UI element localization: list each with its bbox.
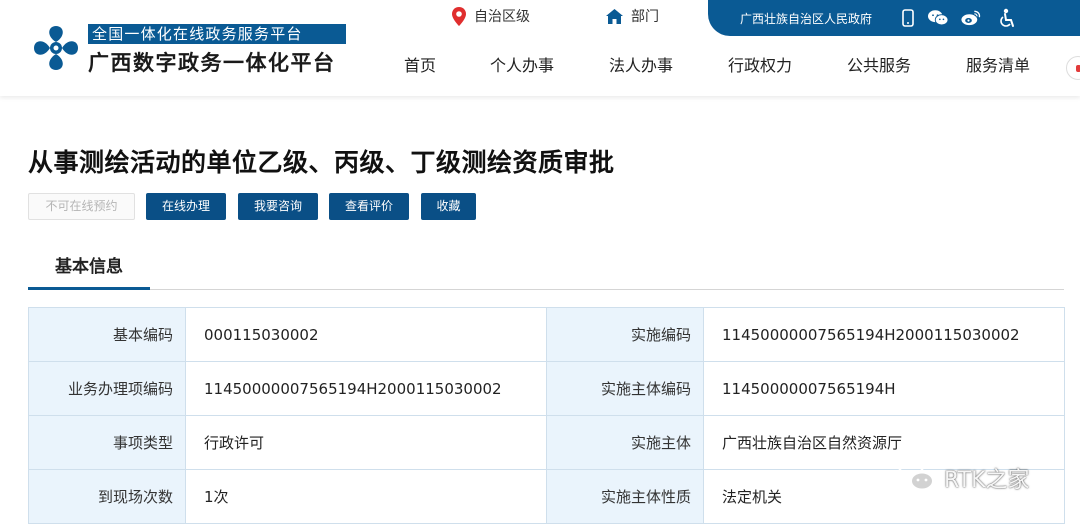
online-process-button[interactable]: 在线办理 <box>146 193 226 220</box>
region-label: 自治区级 <box>474 9 530 25</box>
government-link[interactable]: 广西壮族自治区人民政府 <box>740 10 872 27</box>
field-label: 基本编码 <box>28 307 186 362</box>
site-header: 全国一体化在线政务服务平台 广西数字政务一体化平台 自治区级 部门 广西壮族自治… <box>0 0 1080 96</box>
department-label: 部门 <box>631 9 659 25</box>
home-icon <box>606 8 623 24</box>
watermark-text: RTK之家 <box>944 468 1030 493</box>
watermark: RTK之家 <box>896 462 1030 494</box>
wechat-icon[interactable] <box>928 8 948 28</box>
field-label: 业务办理项编码 <box>28 361 186 416</box>
view-reviews-button[interactable]: 查看评价 <box>329 193 409 220</box>
nav-item-personal[interactable]: 个人办事 <box>490 52 554 76</box>
accessibility-icon[interactable] <box>997 8 1017 28</box>
logo-title[interactable]: 广西数字政务一体化平台 <box>88 47 336 77</box>
map-pin-icon <box>452 6 466 26</box>
nav-item-legal-person[interactable]: 法人办事 <box>609 52 673 76</box>
nav-item-home[interactable]: 首页 <box>404 52 436 76</box>
consult-button[interactable]: 我要咨询 <box>238 193 318 220</box>
field-label: 到现场次数 <box>28 469 186 524</box>
field-label: 实施主体编码 <box>546 361 704 416</box>
wechat-icon <box>897 463 934 491</box>
nav-item-service-list[interactable]: 服务清单 <box>966 52 1030 76</box>
weibo-icon[interactable] <box>961 8 981 28</box>
nav-item-administrative-power[interactable]: 行政权力 <box>728 52 792 76</box>
tab-divider <box>28 289 1064 290</box>
appointment-disabled-button: 不可在线预约 <box>28 193 135 220</box>
top-utility-bar: 广西壮族自治区人民政府 <box>708 0 1080 36</box>
field-value: 11450000007565194H2000115030002 <box>703 307 1065 362</box>
mobile-icon[interactable] <box>898 8 918 28</box>
logo-subtitle: 全国一体化在线政务服务平台 <box>88 24 346 44</box>
department-selector[interactable]: 部门 <box>606 6 659 26</box>
field-value: 1次 <box>185 469 547 524</box>
field-value: 11450000007565194H <box>703 361 1065 416</box>
field-label: 实施主体性质 <box>546 469 704 524</box>
table-row: 业务办理项编码 11450000007565194H2000115030002 … <box>28 361 1065 416</box>
tab-basic-info[interactable]: 基本信息 <box>28 254 150 290</box>
favorite-button[interactable]: 收藏 <box>421 193 476 220</box>
logo-emblem-icon[interactable] <box>30 22 82 74</box>
field-value: 000115030002 <box>185 307 547 362</box>
field-label: 事项类型 <box>28 415 186 470</box>
field-label: 实施编码 <box>546 307 704 362</box>
table-row: 基本编码 000115030002 实施编码 11450000007565194… <box>28 307 1065 362</box>
nav-item-public-service[interactable]: 公共服务 <box>847 52 911 76</box>
region-selector[interactable]: 自治区级 <box>452 6 530 26</box>
page-title: 从事测绘活动的单位乙级、丙级、丁级测绘资质审批 <box>28 148 615 177</box>
field-value: 行政许可 <box>185 415 547 470</box>
field-label: 实施主体 <box>546 415 704 470</box>
user-avatar-button[interactable] <box>1066 56 1080 80</box>
field-value: 11450000007565194H2000115030002 <box>185 361 547 416</box>
